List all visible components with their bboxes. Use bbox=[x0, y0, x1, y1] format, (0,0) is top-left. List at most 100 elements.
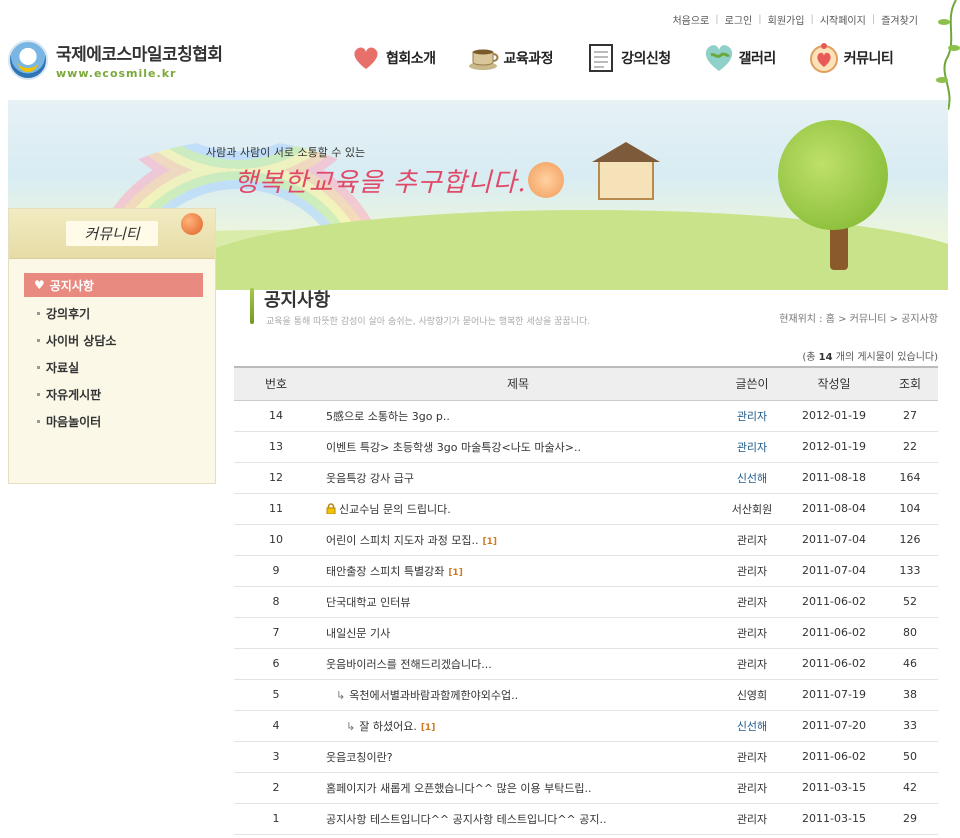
row-subject-cell: 내일신문 기사 bbox=[318, 617, 718, 649]
row-author: 신선해 bbox=[718, 462, 786, 494]
row-number: 1 bbox=[234, 803, 318, 835]
row-subject-link[interactable]: 웃음바이러스를 전해드리겠습니다... bbox=[326, 658, 492, 671]
table-row[interactable]: 2 홈페이지가 새롭게 오픈했습니다^^ 많은 이용 부탁드립.. 관리자 2011-… bbox=[234, 772, 938, 804]
table-row[interactable]: 6 웃음바이러스를 전해드리겠습니다... 관리자 2011-06-02 46 bbox=[234, 648, 938, 680]
nav-apply[interactable]: 강의신청 bbox=[585, 42, 671, 74]
site-logo[interactable]: 국제에코스마일코칭협회 www.ecosmile.kr bbox=[8, 40, 223, 80]
row-subject-cell: 신교수님 문의 드립니다. bbox=[318, 493, 718, 525]
row-number: 11 bbox=[234, 493, 318, 525]
sidebar-item-counseling[interactable]: 사이버 상담소 bbox=[9, 327, 215, 354]
nav-courses[interactable]: 교육과정 bbox=[468, 42, 554, 74]
table-row[interactable]: 3 웃음코칭이란? 관리자 2011-06-02 50 bbox=[234, 741, 938, 773]
heart-icon bbox=[350, 42, 382, 74]
row-subject-link[interactable]: 공지사항 테스트입니다^^ 공지사항 테스트입니다^^ 공지.. bbox=[326, 813, 607, 826]
header-views: 조회 bbox=[882, 366, 938, 401]
sidebar-title: 커뮤니티 bbox=[9, 209, 215, 259]
header-date: 작성일 bbox=[786, 366, 882, 401]
main-nav: 협회소개 교육과정 강의신청 갤러리 커뮤니티 bbox=[350, 42, 925, 74]
row-views: 126 bbox=[882, 524, 938, 556]
row-number: 6 bbox=[234, 648, 318, 680]
row-author: 관리자 bbox=[718, 741, 786, 773]
signup-link[interactable]: 회원가입 bbox=[762, 12, 811, 27]
row-subject-link[interactable]: 웃음코칭이란? bbox=[326, 751, 393, 764]
row-date: 2011-07-20 bbox=[786, 710, 882, 742]
table-row[interactable]: 5 ↳ 옥천에서별과바람과함께한야외수업.. 신영희 2011-07-19 38 bbox=[234, 679, 938, 711]
sidebar-item-playground[interactable]: 마음놀이터 bbox=[9, 408, 215, 435]
row-date: 2011-06-02 bbox=[786, 586, 882, 618]
banner-slogan: 행복한교육을 추구합니다. bbox=[234, 168, 527, 198]
row-subject-cell: 5感으로 소통하는 3go p.. bbox=[318, 400, 718, 432]
table-row[interactable]: 13 이벤트 특강> 초등학생 3go 마술특강<나도 마술사>.. 관리자 2012… bbox=[234, 431, 938, 463]
breadcrumb: 현재위치 : 홈 > 커뮤니티 > 공지사항 bbox=[779, 314, 938, 325]
table-header-row: 번호 제목 글쓴이 작성일 조회 bbox=[234, 366, 938, 401]
row-subject-link[interactable]: 웃음특강 강사 급구 bbox=[326, 472, 414, 485]
row-subject-link[interactable]: 어린이 스피치 지도자 과정 모집.. bbox=[326, 534, 479, 547]
row-subject-link[interactable]: 내일신문 기사 bbox=[326, 627, 390, 640]
row-subject-link[interactable]: 홈페이지가 새롭게 오픈했습니다^^ 많은 이용 부탁드립.. bbox=[326, 782, 592, 795]
home-link[interactable]: 처음으로 bbox=[666, 12, 715, 27]
nav-about[interactable]: 협회소개 bbox=[350, 42, 436, 74]
row-subject-cell: 홈페이지가 새롭게 오픈했습니다^^ 많은 이용 부탁드립.. bbox=[318, 772, 718, 804]
table-row[interactable]: 10 어린이 스피치 지도자 과정 모집.. [1] 관리자 2011-07-04 126 bbox=[234, 524, 938, 556]
row-views: 42 bbox=[882, 772, 938, 804]
row-views: 133 bbox=[882, 555, 938, 587]
reply-arrow-icon: ↳ bbox=[336, 688, 346, 702]
bullet-icon bbox=[37, 393, 40, 396]
bookmark-link[interactable]: 즐겨찾기 bbox=[875, 12, 924, 27]
row-number: 9 bbox=[234, 555, 318, 587]
row-views: 27 bbox=[882, 400, 938, 432]
row-number: 3 bbox=[234, 741, 318, 773]
page-description: 교육을 통해 따뜻한 감성이 살아 숨쉬는, 사랑향기가 묻어나는 행복한 세상… bbox=[266, 317, 591, 327]
row-subject-cell: 태안출장 스피치 특별강좌 [1] bbox=[318, 555, 718, 587]
coffee-cup-icon bbox=[468, 42, 500, 74]
row-subject-link[interactable]: 단국대학교 인터뷰 bbox=[326, 596, 410, 609]
table-row[interactable]: 14 5感으로 소통하는 3go p.. 관리자 2012-01-19 27 bbox=[234, 400, 938, 432]
table-row[interactable]: 1 공지사항 테스트입니다^^ 공지사항 테스트입니다^^ 공지.. 관리자 2011… bbox=[234, 803, 938, 835]
table-row[interactable]: 7 내일신문 기사 관리자 2011-06-02 80 bbox=[234, 617, 938, 649]
row-date: 2011-07-04 bbox=[786, 555, 882, 587]
row-views: 104 bbox=[882, 493, 938, 525]
sidebar-item-archive[interactable]: 자료실 bbox=[9, 354, 215, 381]
row-subject-cell: 단국대학교 인터뷰 bbox=[318, 586, 718, 618]
row-date: 2011-07-04 bbox=[786, 524, 882, 556]
sun-illustration bbox=[528, 162, 564, 198]
table-row[interactable]: 8 단국대학교 인터뷰 관리자 2011-06-02 52 bbox=[234, 586, 938, 618]
row-subject-link[interactable]: 잘 하셨어요. bbox=[359, 720, 417, 733]
row-subject-cell: 공지사항 테스트입니다^^ 공지사항 테스트입니다^^ 공지.. bbox=[318, 803, 718, 835]
row-date: 2011-03-15 bbox=[786, 772, 882, 804]
table-row[interactable]: 11 신교수님 문의 드립니다. 서산회원 2011-08-04 104 bbox=[234, 493, 938, 525]
row-views: 22 bbox=[882, 431, 938, 463]
row-subject-cell: 어린이 스피치 지도자 과정 모집.. [1] bbox=[318, 524, 718, 556]
bullet-icon bbox=[37, 420, 40, 423]
row-author: 관리자 bbox=[718, 803, 786, 835]
post-count: (총 14 개의 게시물이 있습니다) bbox=[802, 352, 938, 363]
lock-icon bbox=[326, 502, 336, 514]
row-number: 2 bbox=[234, 772, 318, 804]
table-row[interactable]: 9 태안출장 스피치 특별강좌 [1] 관리자 2011-07-04 133 bbox=[234, 555, 938, 587]
row-author: 관리자 bbox=[718, 431, 786, 463]
row-date: 2011-03-15 bbox=[786, 803, 882, 835]
row-subject-link[interactable]: 신교수님 문의 드립니다. bbox=[339, 503, 451, 516]
row-author: 관리자 bbox=[718, 648, 786, 680]
row-subject-link[interactable]: 이벤트 특강> 초등학생 3go 마술특강<나도 마술사>.. bbox=[326, 441, 581, 454]
sidebar-item-reviews[interactable]: 강의후기 bbox=[9, 300, 215, 327]
sidebar-item-freeboard[interactable]: 자유게시판 bbox=[9, 381, 215, 408]
nav-gallery[interactable]: 갤러리 bbox=[703, 42, 776, 74]
row-subject-link[interactable]: 태안출장 스피치 특별강좌 bbox=[326, 565, 444, 578]
login-link[interactable]: 로그인 bbox=[719, 12, 759, 27]
reply-arrow-icon: ↳ bbox=[346, 719, 356, 733]
startpage-link[interactable]: 시작페이지 bbox=[814, 12, 872, 27]
row-subject-cell: 웃음특강 강사 급구 bbox=[318, 462, 718, 494]
nav-community[interactable]: 커뮤니티 bbox=[808, 42, 894, 74]
row-subject-link[interactable]: 5感으로 소통하는 3go p.. bbox=[326, 410, 450, 423]
table-row[interactable]: 4 ↳ 잘 하셨어요. [1] 신선해 2011-07-20 33 bbox=[234, 710, 938, 742]
table-row[interactable]: 12 웃음특강 강사 급구 신선해 2011-08-18 164 bbox=[234, 462, 938, 494]
row-subject-cell: ↳ 옥천에서별과바람과함께한야외수업.. bbox=[318, 679, 718, 711]
row-subject-link[interactable]: 옥천에서별과바람과함께한야외수업.. bbox=[349, 689, 518, 702]
page-header: 공지사항 교육을 통해 따뜻한 감성이 살아 숨쉬는, 사랑향기가 묻어나는 행… bbox=[234, 286, 938, 332]
row-subject-cell: 웃음코칭이란? bbox=[318, 741, 718, 773]
row-views: 50 bbox=[882, 741, 938, 773]
row-date: 2011-08-18 bbox=[786, 462, 882, 494]
sidebar-item-notice[interactable]: ♥ 공지사항 bbox=[24, 273, 203, 297]
pushpin-icon bbox=[181, 213, 203, 235]
